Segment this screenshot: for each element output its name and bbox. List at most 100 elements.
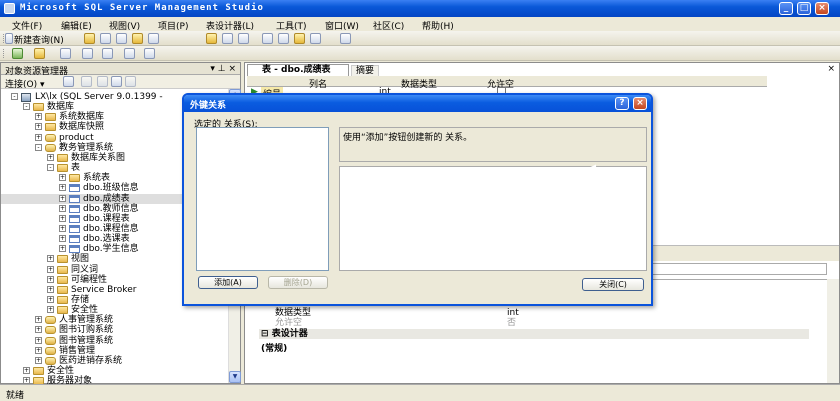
tree-item[interactable]: + 安全性 xyxy=(1,305,228,315)
tree-item-label: dbo.课程信息 xyxy=(83,223,139,234)
document-close-icon[interactable]: × xyxy=(827,64,835,74)
close-dialog-button[interactable]: 关闭(C) xyxy=(582,278,644,291)
tree-item-label: dbo.班级信息 xyxy=(83,183,139,194)
properties-icon[interactable] xyxy=(310,33,321,44)
help-button[interactable]: ? xyxy=(615,97,629,110)
tree-item-label: 图书订购系统 xyxy=(59,325,114,336)
menu-bar: 文件(F) 编辑(E) 视图(V) 项目(P) 表设计器(L) 工具(T) 窗口… xyxy=(0,17,840,32)
xmla-query-icon[interactable] xyxy=(132,33,143,44)
expand-icon[interactable]: + xyxy=(59,224,66,232)
disconnect-icon[interactable] xyxy=(81,76,92,87)
expand-icon[interactable]: + xyxy=(47,296,54,303)
connect-dropdown[interactable]: 连接(O) ▾ xyxy=(5,77,45,90)
indexes-icon[interactable] xyxy=(60,48,71,59)
new-query-icon xyxy=(5,33,13,44)
tree-item[interactable]: + 图书管理系统 xyxy=(1,336,228,346)
columns-grid-header: 列名 数据类型 允许空 xyxy=(247,76,767,90)
tab-summary[interactable]: 摘要 xyxy=(351,65,380,76)
expand-icon[interactable]: + xyxy=(35,336,42,344)
dialog-close-button[interactable]: × xyxy=(633,97,647,110)
maximize-button[interactable]: □ xyxy=(797,2,811,15)
dialog-title: 外键关系 xyxy=(190,101,227,111)
property-row[interactable]: 允许空 否 xyxy=(259,318,809,328)
stop-icon[interactable] xyxy=(97,76,108,87)
save-all-icon[interactable] xyxy=(238,33,249,44)
expand-icon[interactable]: + xyxy=(47,285,54,293)
analysis-query-icon[interactable] xyxy=(116,33,127,44)
add-button[interactable]: 添加(A) xyxy=(198,276,258,289)
foreign-key-dialog: 外键关系 ? × 选定的 关系(S): 使用“添加”按钮创建新的 关系。 添加(… xyxy=(182,93,653,306)
general-category: (常规) xyxy=(261,344,288,354)
property-category[interactable]: ⊟ 表设计器 xyxy=(259,329,809,339)
expand-icon[interactable]: + xyxy=(47,306,54,314)
scroll-down-button[interactable]: ▼ xyxy=(229,371,241,383)
delete-button[interactable]: 删除(D) xyxy=(268,276,328,289)
app-icon xyxy=(4,3,15,14)
table-icon xyxy=(69,214,80,223)
expand-icon[interactable]: + xyxy=(35,326,42,334)
properties-scrollbar[interactable] xyxy=(827,279,839,383)
tree-item-label: dbo.成绩表 xyxy=(83,193,130,204)
check-constraints-icon[interactable] xyxy=(124,48,135,59)
primary-key-icon[interactable] xyxy=(12,48,23,59)
generate-script-icon[interactable] xyxy=(144,48,155,59)
tree-item[interactable]: + 销售管理 xyxy=(1,346,228,356)
tree-item[interactable]: + 图书订购系统 xyxy=(1,325,228,335)
filter-icon[interactable] xyxy=(125,76,136,87)
xml-index-icon[interactable] xyxy=(102,48,113,59)
folder-icon xyxy=(33,367,44,376)
object-explorer-icon[interactable] xyxy=(278,33,289,44)
relationships-icon[interactable] xyxy=(34,48,45,59)
registered-servers-icon[interactable] xyxy=(262,33,273,44)
close-button[interactable]: × xyxy=(815,2,829,15)
table-icon xyxy=(69,194,80,203)
refresh-icon[interactable] xyxy=(111,76,122,87)
tree-item[interactable]: + 安全性 xyxy=(1,366,228,376)
new-query-button[interactable]: 新建查询(N) xyxy=(14,33,64,46)
property-row[interactable]: 数据类型 int xyxy=(259,308,809,318)
expand-icon[interactable]: + xyxy=(47,265,54,273)
mobile-query-icon[interactable] xyxy=(148,33,159,44)
table-icon xyxy=(69,204,80,213)
open-icon[interactable] xyxy=(206,33,217,44)
expand-icon[interactable]: + xyxy=(59,214,66,222)
connect-icon[interactable] xyxy=(63,76,74,87)
db-icon xyxy=(45,326,56,335)
collapse-icon[interactable]: - xyxy=(11,93,18,100)
minimize-button[interactable]: _ xyxy=(779,2,793,15)
expand-icon[interactable]: + xyxy=(59,194,66,202)
collapse-icon[interactable]: - xyxy=(23,103,30,111)
expand-icon[interactable]: + xyxy=(35,356,42,364)
tree-item[interactable]: + 医药进销存系统 xyxy=(1,356,228,366)
expand-icon[interactable]: + xyxy=(59,204,66,212)
expand-icon[interactable]: + xyxy=(35,123,42,131)
database-engine-query-icon[interactable] xyxy=(100,33,111,44)
expand-icon[interactable]: + xyxy=(23,367,30,375)
template-explorer-icon[interactable] xyxy=(294,33,305,44)
collapse-icon[interactable]: - xyxy=(35,143,42,151)
expand-icon[interactable]: + xyxy=(59,174,66,182)
open-file-icon[interactable] xyxy=(84,33,95,44)
expand-icon[interactable]: + xyxy=(47,153,54,161)
expand-icon[interactable]: + xyxy=(59,245,66,253)
expand-icon[interactable]: + xyxy=(35,346,42,354)
collapse-icon[interactable]: - xyxy=(47,164,54,172)
expand-icon[interactable]: + xyxy=(59,184,66,192)
status-text: 就绪 xyxy=(6,391,25,401)
expand-icon[interactable]: + xyxy=(59,235,66,243)
expand-icon[interactable]: + xyxy=(35,113,42,121)
relationships-list[interactable] xyxy=(196,127,329,271)
expand-icon[interactable]: + xyxy=(35,316,42,324)
tree-item-label: product xyxy=(59,132,94,143)
folder-icon xyxy=(57,275,68,284)
save-icon[interactable] xyxy=(222,33,233,44)
fulltext-index-icon[interactable] xyxy=(82,48,93,59)
toolbox-icon[interactable] xyxy=(340,33,351,44)
expand-icon[interactable]: + xyxy=(47,275,54,283)
tree-item[interactable]: + 人事管理系统 xyxy=(1,315,228,325)
expand-icon[interactable]: + xyxy=(47,255,54,263)
tab-table-designer[interactable]: 表 - dbo.成绩表 xyxy=(247,64,349,76)
expand-icon[interactable]: + xyxy=(35,133,42,141)
panel-controls[interactable]: ▾ ⊥ × xyxy=(210,64,236,74)
relationship-properties-grid[interactable] xyxy=(339,166,647,271)
